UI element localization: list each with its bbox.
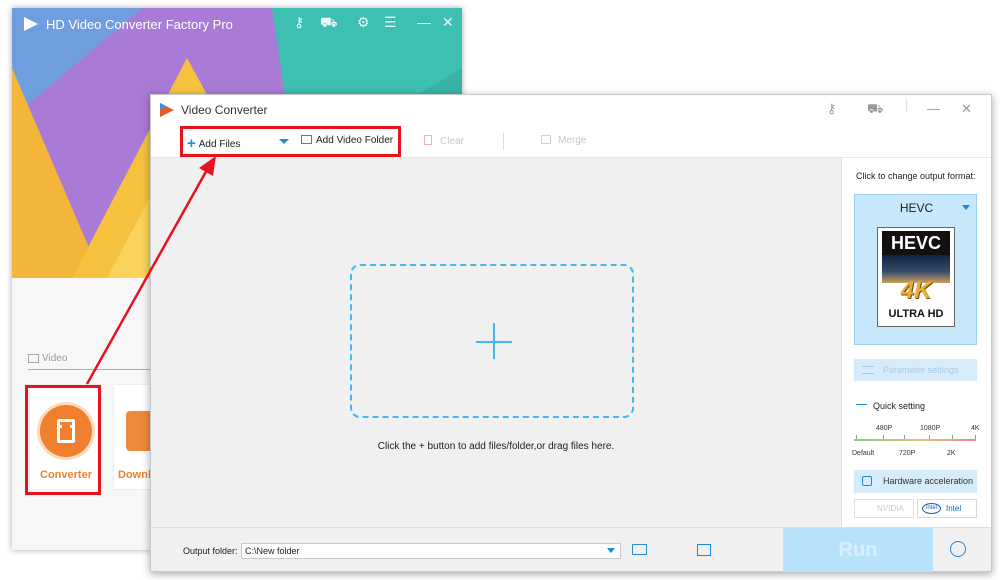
close-icon[interactable]: ✕ [961, 101, 972, 117]
toolbar-separator [503, 133, 504, 150]
thumbnail-4k-text: 4K [900, 277, 932, 304]
key-icon[interactable]: ⚷ [827, 101, 837, 117]
hardware-acceleration-label: Hardware acceleration [883, 476, 974, 486]
merge-button[interactable]: Merge [541, 134, 586, 146]
run-button[interactable]: Run [783, 528, 933, 572]
merge-icon [541, 135, 551, 144]
menu-icon[interactable]: ☰ [384, 14, 397, 31]
thumbnail-ultra-hd-text: ULTRA HD [888, 308, 944, 320]
quick-setting-label: Quick setting [873, 401, 926, 411]
hardware-acceleration-button[interactable]: Hardware acceleration [854, 470, 977, 493]
output-format-selector[interactable]: HEVC HEVC 4K ULTRA HD [854, 194, 977, 345]
output-folder-field[interactable]: C:\New folder [241, 543, 621, 559]
window-title: Video Converter [181, 103, 268, 117]
format-thumbnail: HEVC 4K ULTRA HD [877, 227, 955, 327]
browse-folder-icon[interactable] [632, 544, 647, 555]
quick-level-default[interactable]: Default [852, 450, 874, 457]
chevron-down-icon [962, 205, 970, 210]
format-prompt: Click to change output format: [856, 171, 976, 181]
nvidia-option[interactable]: NVIDIA [854, 499, 914, 518]
background-app-title: HD Video Converter Factory Pro [46, 17, 233, 32]
slider-tick [856, 435, 857, 439]
parameter-settings-button[interactable]: Parameter settings [854, 359, 977, 381]
video-converter-window: Video Converter ⚷ ⛟ | — ✕ + Add Files Add… [150, 94, 992, 572]
clear-label: Clear [440, 136, 464, 147]
quick-level-720p[interactable]: 720P [899, 450, 915, 457]
slider-tick [904, 435, 905, 439]
title-bar: Video Converter ⚷ ⛟ | — ✕ [151, 95, 991, 125]
cart-icon[interactable]: ⛟ [320, 14, 338, 33]
output-folder-label: Output folder: [183, 546, 238, 556]
open-output-folder-icon[interactable] [697, 544, 711, 556]
clear-button[interactable]: Clear [424, 134, 464, 147]
intel-label: Intel [946, 504, 962, 513]
slider-tick [975, 435, 976, 439]
output-format-panel: Click to change output format: HEVC HEVC… [841, 158, 991, 527]
video-section-icon [28, 354, 39, 363]
nvidia-label: NVIDIA [877, 504, 904, 513]
add-buttons-highlight-box [180, 126, 401, 157]
settings-icon[interactable]: ⚙ [357, 14, 370, 31]
thumbnail-hevc-text: HEVC [882, 231, 950, 255]
key-icon[interactable]: ⚷ [294, 14, 304, 31]
merge-label: Merge [558, 135, 587, 146]
app-logo-icon [160, 103, 174, 117]
intel-option[interactable]: intel Intel [917, 499, 977, 518]
bottom-bar: Output folder: C:\New folder Run [151, 527, 991, 572]
quick-setting-slider[interactable] [854, 439, 976, 441]
quick-level-1080p[interactable]: 1080P [920, 425, 940, 432]
add-plus-icon-vertical [493, 323, 495, 359]
close-icon[interactable]: ✕ [442, 14, 454, 31]
chip-icon [862, 476, 872, 486]
downloader-tile-label: Downl [118, 469, 151, 481]
quick-level-2k[interactable]: 2K [947, 450, 956, 457]
slider-tick [929, 435, 930, 439]
slider-tick [952, 435, 953, 439]
minimize-icon[interactable]: — [417, 14, 431, 30]
minimize-icon[interactable]: — [927, 101, 940, 116]
quick-level-4k[interactable]: 4K [971, 425, 980, 432]
file-drop-zone[interactable] [350, 264, 634, 418]
output-folder-dropdown-arrow[interactable] [607, 548, 615, 553]
intel-logo-icon: intel [922, 503, 941, 514]
cart-icon[interactable]: ⛟ [867, 101, 883, 119]
app-logo-icon [24, 17, 38, 31]
slider-tick [883, 435, 884, 439]
alarm-clock-icon[interactable] [950, 541, 966, 557]
title-separator: | [905, 97, 909, 112]
converter-highlight-box [25, 385, 101, 495]
quick-setting-icon [856, 404, 867, 407]
parameter-settings-label: Parameter settings [883, 365, 959, 375]
sliders-icon [862, 366, 874, 374]
format-name: HEVC [899, 201, 934, 215]
trash-icon [424, 135, 432, 145]
video-section-label: Video [42, 353, 68, 364]
drop-zone-hint: Click the + button to add files/folder,o… [377, 441, 615, 452]
quick-level-480p[interactable]: 480P [876, 425, 892, 432]
